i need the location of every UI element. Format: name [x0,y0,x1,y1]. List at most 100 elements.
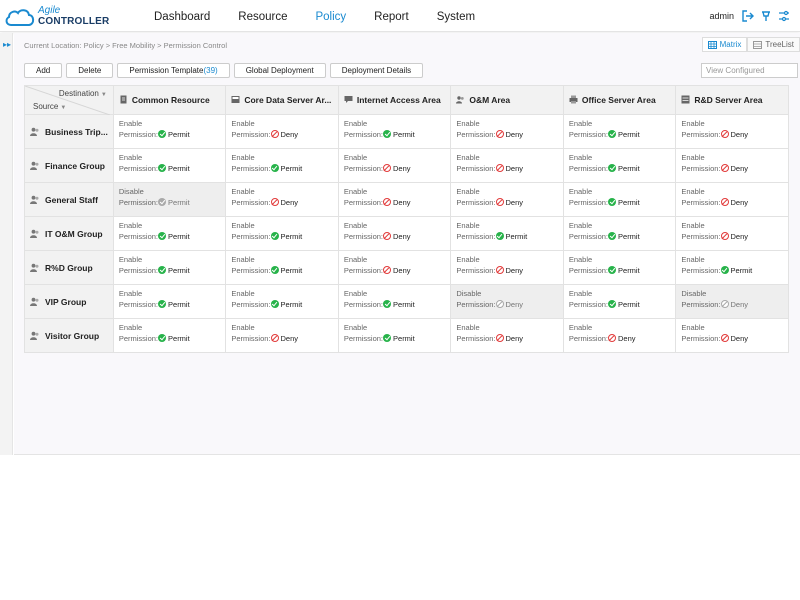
user-group-icon [30,263,39,272]
cell-status: Enable [343,323,368,332]
cell-status: Enable [343,119,368,128]
column-header[interactable]: Internet Access Area [337,85,452,115]
check-circle-icon [270,164,279,172]
matrix-cell[interactable]: Enable Permission: Permit [337,114,452,149]
view-filter-select[interactable]: View Configured [701,63,798,78]
matrix-cell[interactable]: Enable Permission: Permit [112,318,227,353]
cell-permission: Permission: Permit [569,299,671,311]
matrix-cell[interactable]: Enable Permission: Deny [675,318,789,353]
permission-template-button[interactable]: Permission Template (39) [117,63,230,78]
permission-label: Permission: [231,164,271,173]
matrix-cell[interactable]: Enable Permission: Permit [450,216,564,251]
matrix-cell[interactable]: Enable Permission: Permit [112,250,227,285]
column-label: O&M Area [469,95,511,105]
matrix-cell[interactable]: Enable Permission: Permit [225,284,339,319]
source-sort[interactable]: Source ▼ [33,102,66,111]
row-header[interactable]: General Staff [24,182,114,217]
matrix-cell[interactable]: Disable Permission: Deny [450,284,564,319]
permission-label: Permission: [681,334,721,343]
nav-report[interactable]: Report [360,0,423,32]
nav-dashboard[interactable]: Dashboard [140,0,224,32]
column-header[interactable]: Core Data Server Ar... [225,85,339,115]
prohibited-gray-icon [495,300,504,308]
deployment-details-button[interactable]: Deployment Details [329,63,424,78]
matrix-cell[interactable]: Enable Permission: Permit [562,216,677,251]
matrix-cell[interactable]: Enable Permission: Permit [112,216,227,251]
tab-matrix[interactable]: Matrix [701,37,748,52]
add-button[interactable]: Add [24,63,63,78]
cell-status: Enable [681,153,705,162]
logout-icon[interactable] [742,10,754,22]
row-header[interactable]: Finance Group [24,148,114,183]
permission-value: Permit [168,130,190,139]
matrix-cell[interactable]: Enable Permission: Permit [225,216,339,251]
nav-system[interactable]: System [423,0,489,32]
column-header[interactable]: Office Server Area [562,85,677,115]
matrix-cell[interactable]: Enable Permission: Permit [337,318,452,353]
prohibited-icon [495,334,504,342]
check-circle-icon [495,232,504,240]
matrix-cell[interactable]: Disable Permission: Permit [112,182,227,217]
permission-label: Permission: [118,334,159,343]
matrix-cell[interactable]: Enable Permission: Permit [225,148,339,183]
matrix-cell[interactable]: Enable Permission: Permit [112,114,227,149]
check-circle-icon [608,130,617,138]
permission-value: Deny [730,130,749,139]
row-header[interactable]: Business Trip... [24,114,114,149]
nav-policy[interactable]: Policy [301,0,360,32]
matrix-cell[interactable]: Enable Permission: Deny [450,114,564,149]
matrix-cell[interactable]: Disable Permission: Deny [675,284,789,319]
matrix-cell[interactable]: Enable Permission: Permit [337,284,452,319]
matrix-cell[interactable]: Enable Permission: Deny [450,182,564,217]
cell-permission: Permission: Deny [231,129,333,141]
matrix-cell[interactable]: Enable Permission: Deny [675,114,789,149]
column-header[interactable]: R&D Server Area [675,85,789,115]
user-group-icon [30,297,39,306]
matrix-cell[interactable]: Enable Permission: Permit [562,182,677,217]
matrix-cell[interactable]: Enable Permission: Permit [562,148,677,183]
destination-sort[interactable]: Destination ▼ [59,89,107,98]
matrix-cell[interactable]: Enable Permission: Deny [225,182,339,217]
username[interactable]: admin [709,11,734,21]
matrix-cell[interactable]: Enable Permission: Permit [112,284,227,319]
expand-arrows-icon[interactable]: ▸▸ [3,40,11,49]
matrix-cell[interactable]: Enable Permission: Deny [562,318,677,353]
global-deployment-button[interactable]: Global Deployment [233,63,326,78]
delete-button[interactable]: Delete [66,63,114,78]
matrix-cell[interactable]: Enable Permission: Deny [225,318,339,353]
matrix-cell[interactable]: Enable Permission: Deny [225,114,339,149]
tab-treelist[interactable]: TreeList [747,37,800,52]
matrix-cell[interactable]: Enable Permission: Deny [450,250,564,285]
app-logo[interactable]: Agile CONTROLLER [4,3,114,29]
matrix-cell[interactable]: Enable Permission: Deny [337,148,452,183]
row-header[interactable]: Visitor Group [24,318,114,353]
matrix-cell[interactable]: Enable Permission: Permit [225,250,339,285]
matrix-cell[interactable]: Enable Permission: Permit [562,250,677,285]
row-header[interactable]: R%D Group [24,250,114,285]
matrix-cell[interactable]: Enable Permission: Deny [450,148,564,183]
grid-icon [707,40,717,49]
matrix-cell[interactable]: Enable Permission: Deny [450,318,564,353]
matrix-cell[interactable]: Enable Permission: Deny [337,182,452,217]
permission-label: Permission: [118,300,159,309]
matrix-cell[interactable]: Enable Permission: Permit [562,284,677,319]
matrix-cell[interactable]: Enable Permission: Deny [675,216,789,251]
nav-resource[interactable]: Resource [224,0,301,32]
row-label: R%D Group [45,262,93,273]
settings-icon[interactable] [778,10,790,22]
matrix-cell[interactable]: Enable Permission: Permit [562,114,677,149]
column-header[interactable]: Common Resource [112,85,227,115]
pin-icon[interactable] [760,10,772,22]
table-row: VIP Group Enable Permission: Permit Enable Pe… [24,284,789,319]
matrix-cell[interactable]: Enable Permission: Deny [337,216,452,251]
column-header[interactable]: O&M Area [450,85,564,115]
check-circle-icon [158,164,167,172]
row-header[interactable]: IT O&M Group [24,216,114,251]
row-header[interactable]: VIP Group [24,284,114,319]
matrix-cell[interactable]: Enable Permission: Deny [675,182,789,217]
matrix-cell[interactable]: Enable Permission: Deny [675,148,789,183]
permission-label: Permission: [231,266,271,275]
matrix-cell[interactable]: Enable Permission: Permit [675,250,789,285]
matrix-cell[interactable]: Enable Permission: Permit [112,148,227,183]
matrix-cell[interactable]: Enable Permission: Deny [337,250,452,285]
